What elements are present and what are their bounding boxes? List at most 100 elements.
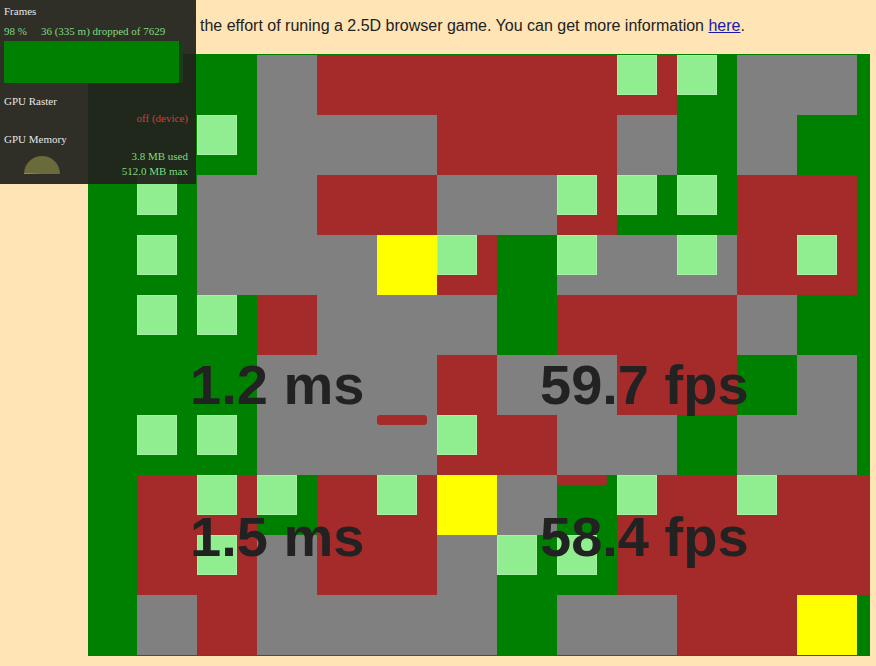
grass-tile [137, 175, 197, 235]
grass-tile [617, 175, 677, 235]
frame-bar [4, 41, 183, 83]
perf-panel: Frames98 %36 (335 m) dropped of 7629GPU … [0, 0, 196, 184]
gem [197, 475, 237, 515]
grass-tile [857, 415, 870, 475]
stone-tile [737, 55, 797, 115]
grass-tile [88, 415, 137, 475]
grass-tile [88, 595, 137, 655]
grass-tile [857, 55, 870, 115]
gem [617, 475, 657, 515]
stone-tile [797, 415, 857, 475]
wall-tile [677, 475, 737, 535]
grass-tile [497, 295, 557, 355]
gem [557, 535, 597, 575]
wall-tile [317, 475, 377, 535]
wall-tile [377, 55, 437, 115]
stone-tile [557, 355, 617, 415]
wall-tile [677, 295, 737, 355]
gem [617, 55, 657, 95]
memory-used: 3.8 MB used [131, 150, 188, 163]
grass-tile [857, 235, 870, 295]
stone-tile [677, 235, 737, 295]
stone-tile [197, 175, 257, 235]
gem [197, 415, 237, 455]
stone-tile [257, 415, 317, 475]
wall-tile [797, 535, 857, 595]
gold-tile [797, 595, 857, 655]
stone-tile [377, 595, 437, 655]
gem [797, 235, 837, 275]
stone-tile [497, 475, 557, 535]
gem [377, 475, 417, 515]
grass-tile [88, 355, 137, 415]
stone-tile [557, 595, 617, 655]
gem [197, 295, 237, 335]
stone-tile [797, 55, 857, 115]
memory-max: 512.0 MB max [122, 165, 188, 178]
raster-value: off (device) [137, 112, 188, 125]
stone-tile [377, 295, 437, 355]
wall-tile [497, 415, 557, 475]
grass-tile [677, 115, 737, 175]
stone-tile [317, 115, 377, 175]
grass-tile [88, 475, 137, 535]
page: the effort of runing a 2.5D browser game… [0, 0, 876, 666]
wall-tile [437, 415, 497, 475]
stone-tile [257, 235, 317, 295]
grass-tile [677, 415, 737, 475]
stone-tile [317, 355, 377, 415]
grass-tile [137, 415, 197, 475]
wall-tile [617, 295, 677, 355]
grass-tile [137, 235, 197, 295]
wall-tile [437, 55, 497, 115]
gem [137, 295, 177, 335]
stone-tile [737, 115, 797, 175]
frames-label: Frames [4, 5, 192, 18]
game-canvas[interactable]: 1.2 ms59.7 fps1.5 ms58.4 fps [88, 54, 870, 656]
gem [617, 175, 657, 215]
info-link[interactable]: here [708, 17, 740, 34]
frame-bar-fill [4, 41, 179, 83]
fps-reading: 59.7 fps [540, 357, 870, 413]
stone-tile [557, 415, 617, 475]
wall-tile [197, 595, 257, 655]
grass-tile [497, 235, 557, 295]
wall-tile [197, 535, 257, 595]
grass-tile [497, 535, 557, 595]
grass-tile [857, 175, 870, 235]
stone-tile [497, 355, 557, 415]
gold-tile [437, 475, 497, 535]
gold-tile [377, 235, 437, 295]
raster-label: GPU Raster [4, 95, 192, 108]
stone-tile [497, 175, 557, 235]
grass-tile [857, 595, 870, 655]
grass-tile [797, 115, 857, 175]
grass-tile [857, 115, 870, 175]
sprite [497, 415, 547, 425]
gem [677, 175, 717, 215]
wall-tile [317, 55, 377, 115]
wall-tile [137, 535, 197, 595]
grass-tile [197, 355, 257, 415]
gem [557, 175, 597, 215]
grass-tile [857, 355, 870, 415]
stone-tile [557, 235, 617, 295]
wall-tile [137, 475, 197, 535]
wall-tile [437, 115, 497, 175]
grass-tile [497, 595, 557, 655]
stone-tile [617, 415, 677, 475]
stone-tile [317, 235, 377, 295]
grass-tile [137, 355, 197, 415]
gem [677, 235, 717, 275]
grass-tile [557, 475, 617, 535]
tile-map [88, 55, 870, 655]
wall-tile [257, 295, 317, 355]
wall-tile [677, 355, 737, 415]
stone-tile [317, 415, 377, 475]
stone-tile [617, 115, 677, 175]
grass-tile [197, 55, 257, 115]
frames-percent: 98 % [4, 25, 27, 38]
wall-tile [317, 175, 377, 235]
wall-tile [557, 175, 617, 235]
gem [677, 55, 717, 95]
